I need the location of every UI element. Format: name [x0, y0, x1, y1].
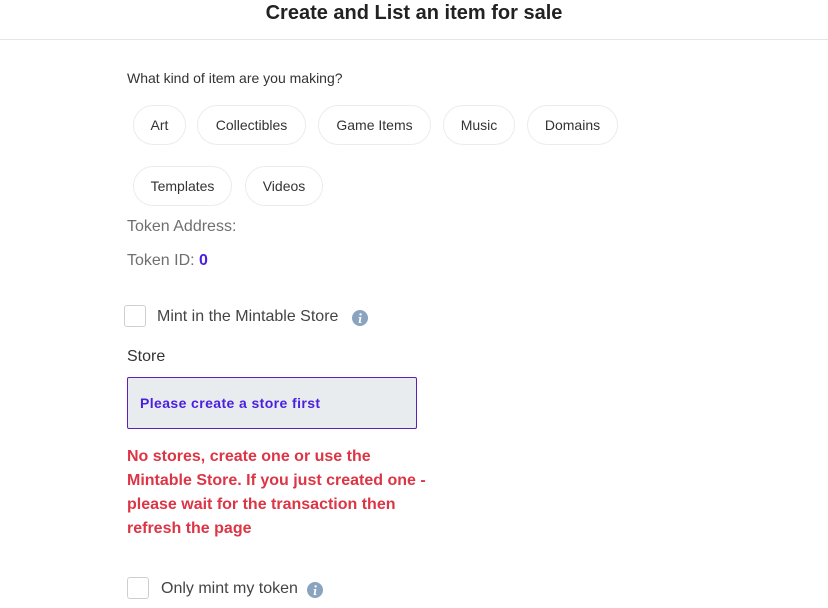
item-kind-templates[interactable]: Templates	[133, 166, 232, 206]
store-select[interactable]: Please create a store first	[127, 377, 417, 429]
item-kind-videos[interactable]: Videos	[245, 166, 323, 206]
item-kind-domains[interactable]: Domains	[527, 105, 618, 145]
mint-in-store-label: Mint in the Mintable Store	[157, 308, 339, 325]
store-select-value: Please create a store first	[140, 395, 321, 411]
info-icon[interactable]	[352, 310, 368, 326]
page-title: Create and List an item for sale	[265, 2, 563, 24]
token-id-row: Token ID: 0	[127, 252, 208, 270]
token-id-label: Token ID:	[127, 252, 195, 269]
mint-in-store-checkbox[interactable]	[124, 305, 146, 327]
item-kind-collectibles[interactable]: Collectibles	[197, 105, 306, 145]
token-address-row: Token Address:	[127, 218, 236, 236]
token-id-value: 0	[199, 252, 208, 269]
page-header: Create and List an item for sale	[0, 0, 828, 40]
item-kind-art[interactable]: Art	[133, 105, 186, 145]
only-mint-label: Only mint my token	[161, 580, 298, 597]
only-mint-checkbox[interactable]	[127, 577, 149, 599]
item-kind-game-items[interactable]: Game Items	[318, 105, 431, 145]
item-kind-question: What kind of item are you making?	[127, 70, 343, 86]
info-icon[interactable]	[307, 582, 323, 598]
store-error-message: No stores, create one or use the Mintabl…	[127, 448, 426, 537]
create-item-page: Create and List an item for sale What ki…	[0, 0, 828, 608]
store-label: Store	[127, 348, 166, 365]
token-address-label: Token Address:	[127, 218, 237, 235]
item-kind-music[interactable]: Music	[443, 105, 515, 145]
